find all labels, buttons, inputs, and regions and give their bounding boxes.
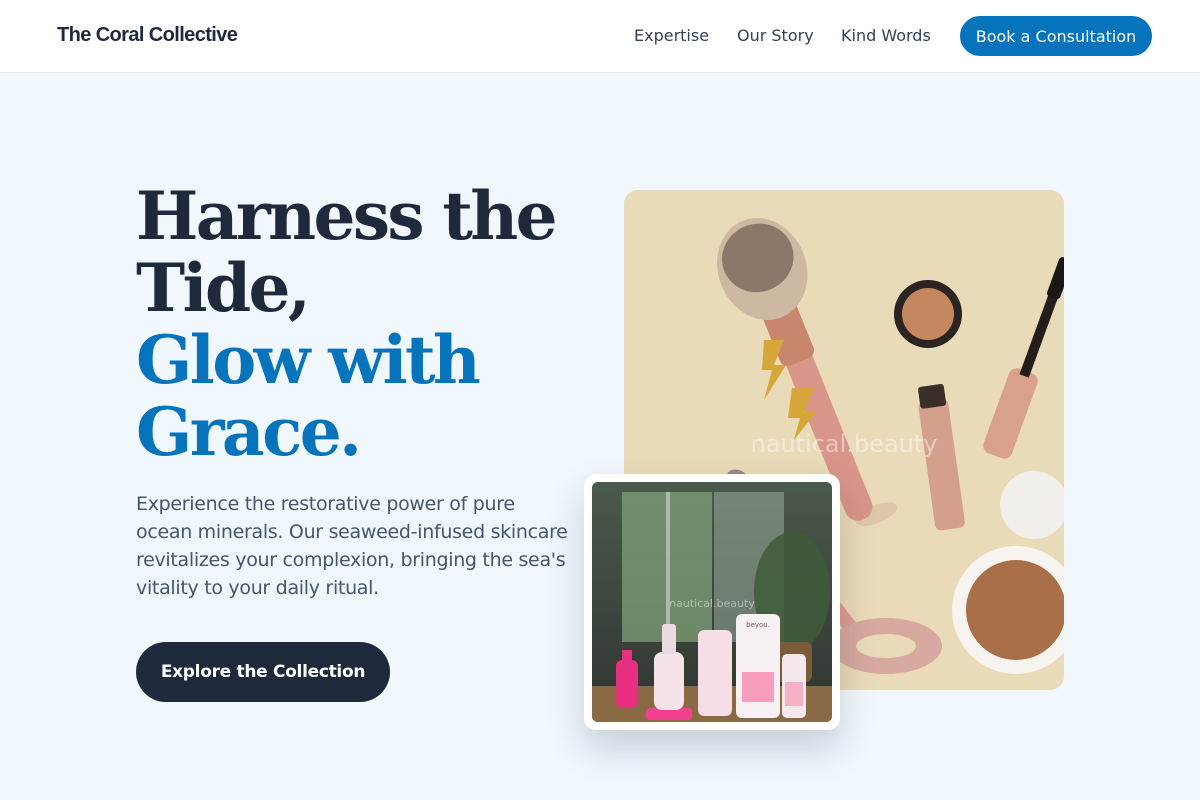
top-nav: The Coral Collective Expertise Our Story… xyxy=(0,0,1200,73)
hero-title-line: Tide, xyxy=(136,249,311,327)
product-brand-label: beyou. xyxy=(746,621,770,629)
inset-photo-frame: beyou. nautical.beauty xyxy=(584,474,840,730)
hero-description: Experience the restorative power of pure… xyxy=(136,493,568,599)
hero-title-line: Harness the xyxy=(136,177,558,255)
explore-collection-button[interactable]: Explore the Collection xyxy=(136,642,390,702)
image-watermark: nautical.beauty xyxy=(669,597,755,610)
nav-link-kind-words[interactable]: Kind Words xyxy=(841,26,931,45)
nav-link-our-story[interactable]: Our Story xyxy=(737,26,814,45)
hero-title-accent: Grace. xyxy=(136,393,362,471)
nav-link-expertise[interactable]: Expertise xyxy=(634,26,709,45)
skincare-products-image: beyou. nautical.beauty xyxy=(592,482,832,722)
brand-logo[interactable]: The Coral Collective xyxy=(57,24,238,47)
hero-title: Harness the Tide, Glow with Grace. xyxy=(136,180,606,468)
book-consultation-button[interactable]: Book a Consultation xyxy=(960,16,1152,56)
image-watermark: nautical.beauty xyxy=(751,430,938,458)
hero-title-accent: Glow with xyxy=(136,321,481,399)
